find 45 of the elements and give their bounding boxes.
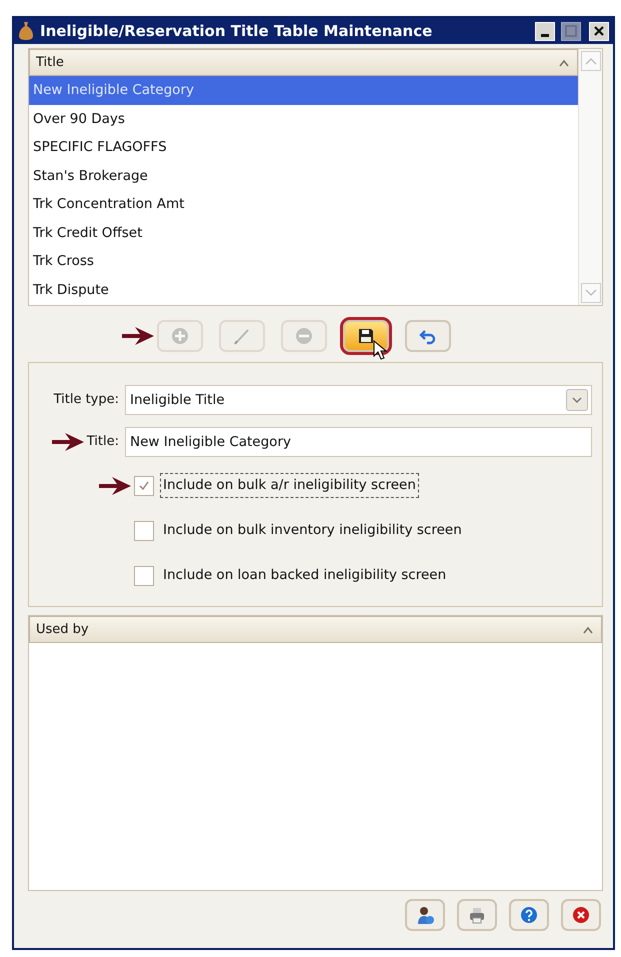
minimize-icon bbox=[541, 34, 549, 36]
checkbox[interactable] bbox=[134, 520, 154, 540]
add-icon bbox=[170, 327, 188, 345]
checkbox-label[interactable]: Include on bulk a/r ineligibility screen bbox=[160, 473, 419, 498]
column-header[interactable]: Title bbox=[29, 49, 578, 76]
minus-icon bbox=[294, 327, 312, 345]
list-row[interactable]: Trk Credit Offset bbox=[29, 218, 578, 247]
help-icon bbox=[520, 906, 538, 924]
checkmark-icon bbox=[138, 480, 150, 492]
minimize-button[interactable] bbox=[535, 22, 555, 40]
window-title: Ineligible/Reservation Title Table Maintenance bbox=[40, 20, 434, 42]
checkbox[interactable] bbox=[134, 566, 154, 586]
chevron-down-icon bbox=[584, 289, 596, 297]
list-row[interactable]: New Ineligible Category bbox=[29, 76, 578, 104]
list-row[interactable]: Trk Dispute bbox=[29, 276, 578, 304]
user-button[interactable] bbox=[405, 899, 445, 931]
sort-icon bbox=[559, 58, 569, 66]
sort-icon bbox=[583, 626, 593, 634]
input-field[interactable]: New Ineligible Category bbox=[125, 427, 592, 457]
list-row[interactable]: Stan's Brokerage bbox=[29, 162, 578, 190]
help-button[interactable] bbox=[509, 899, 549, 931]
undo-icon bbox=[418, 327, 436, 345]
user-icon bbox=[416, 906, 434, 924]
column-header[interactable]: Used by bbox=[29, 616, 602, 643]
checkbox[interactable] bbox=[134, 476, 154, 496]
list-row[interactable]: Trk Concentration Amt bbox=[29, 190, 578, 218]
undo-button[interactable] bbox=[404, 320, 450, 352]
dropdown-caret-icon bbox=[572, 397, 582, 403]
mouse-pointer-icon bbox=[372, 340, 386, 360]
pencil-icon bbox=[232, 327, 250, 345]
dropdown-field[interactable]: Ineligible Title bbox=[125, 385, 592, 415]
close-icon bbox=[593, 25, 605, 37]
list-row[interactable]: SPECIFIC FLAGOFFS bbox=[29, 133, 578, 162]
printer-button[interactable] bbox=[457, 899, 497, 931]
chevron-up-icon bbox=[584, 57, 596, 65]
app-icon bbox=[18, 21, 34, 41]
field-label: Title type: bbox=[54, 391, 119, 410]
close-icon bbox=[572, 906, 590, 924]
list-row[interactable]: Trk Cross bbox=[29, 247, 578, 276]
checkbox-label[interactable]: Include on loan backed ineligibility screen bbox=[160, 563, 450, 588]
list-row[interactable]: Over 90 Days bbox=[29, 104, 578, 133]
field-label: Title: bbox=[86, 433, 119, 452]
printer-icon bbox=[468, 906, 486, 924]
checkbox-label[interactable]: Include on bulk inventory ineligibility screen bbox=[160, 518, 465, 543]
maximize-button[interactable] bbox=[561, 22, 581, 40]
